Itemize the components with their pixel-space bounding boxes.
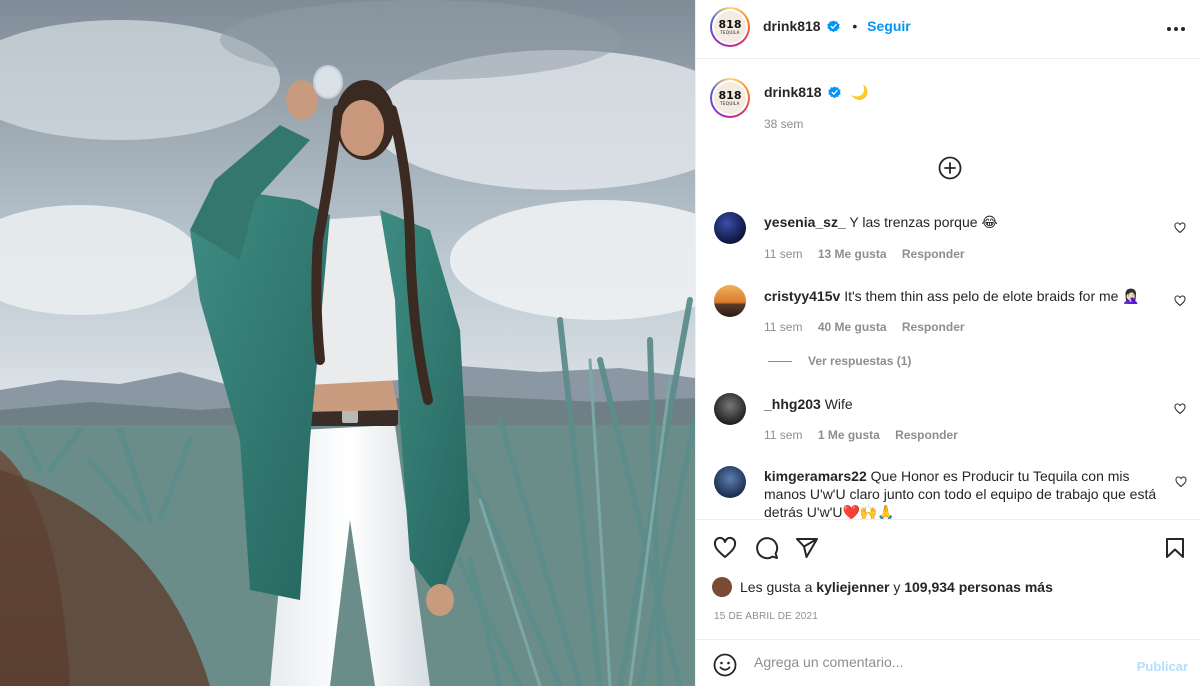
caption-avatar[interactable]: 818 TEQUILA [710,78,750,118]
post-detail-panel: 818 TEQUILA drink818 • Seguir 818 TEQUILA … [695,0,1200,686]
caption-time[interactable]: 38 sem [764,117,803,131]
comment-likes[interactable]: 1 Me gusta [818,428,880,442]
commenter-avatar[interactable] [714,285,746,317]
comment-meta: 11 sem 1 Me gusta Responder [764,428,970,442]
post-header: 818 TEQUILA drink818 • Seguir [696,0,1200,59]
bookmark-icon[interactable] [1163,536,1187,560]
caption-line: drink818 🌙 [764,84,869,101]
post-date[interactable]: 15 DE ABRIL DE 2021 [714,611,818,622]
verified-badge-icon [828,86,842,99]
comment-body: yesenia_sz_ Y las trenzas porque 😂 [764,213,1164,231]
reply-button[interactable]: Responder [902,320,965,334]
post-photo-illustration [0,0,695,686]
comment-text: Y las trenzas porque 😂 [849,214,998,230]
commenter-avatar[interactable] [714,466,746,498]
author-username[interactable]: drink818 [763,18,821,34]
liker-avatar[interactable] [712,577,732,597]
follow-button[interactable]: Seguir [867,18,911,34]
view-replies-line [768,360,792,362]
comment-body: _hhg203 Wife [764,395,1164,413]
commenter-username[interactable]: cristyy415v [764,288,840,304]
comment-body: kimgeramars22 Que Honor es Producir tu T… [764,467,1164,519]
comment-meta: 11 sem 13 Me gusta Responder [764,247,977,261]
post-photo[interactable] [0,0,695,686]
post-actions: Les gusta a kyliejenner y 109,934 person… [696,519,1200,639]
plus-circle-icon[interactable] [938,156,962,180]
add-comment-bar: Publicar [696,639,1200,686]
author-avatar[interactable]: 818 TEQUILA [710,7,750,47]
comment-body: cristyy415v It's them thin ass pelo de e… [764,287,1174,305]
caption-text: 🌙 [851,84,869,100]
commenter-username[interactable]: kimgeramars22 [764,468,867,484]
share-send-icon[interactable] [795,536,819,560]
comment-likes[interactable]: 40 Me gusta [818,320,887,334]
comment-input[interactable] [754,654,1114,670]
caption-username[interactable]: drink818 [764,84,822,100]
view-replies-button[interactable]: Ver respuestas (1) [768,354,911,368]
heart-icon[interactable] [1174,295,1186,307]
likes-count[interactable]: 109,934 personas más [904,579,1053,595]
commenter-username[interactable]: _hhg203 [764,396,821,412]
comment-likes[interactable]: 13 Me gusta [818,247,887,261]
emoji-smile-icon[interactable] [713,653,737,677]
comment-meta: 11 sem 40 Me gusta Responder [764,320,977,334]
comment-time[interactable]: 11 sem [764,247,802,261]
commenter-avatar[interactable] [714,212,746,244]
reply-button[interactable]: Responder [902,247,965,261]
reply-button[interactable]: Responder [895,428,958,442]
comment-bubble-icon[interactable] [755,536,779,560]
comment-time[interactable]: 11 sem [764,320,802,334]
author-line: drink818 • Seguir [763,18,911,34]
comment-clip: kimgeramars22 Que Honor es Producir tu T… [696,459,1200,519]
comment-time[interactable]: 11 sem [764,428,802,442]
liker-username[interactable]: kyliejenner [816,579,889,595]
more-horizontal-icon[interactable] [1167,20,1185,38]
comment-text: It's them thin ass pelo de elote braids … [844,288,1140,304]
separator-dot: • [852,18,858,34]
heart-icon[interactable] [1175,476,1187,488]
heart-icon[interactable] [1174,222,1186,234]
comment-text: Wife [824,396,853,412]
likes-summary: Les gusta a kyliejenner y 109,934 person… [712,577,1053,597]
commenter-avatar[interactable] [714,393,746,425]
publish-button[interactable]: Publicar [1137,659,1188,674]
heart-icon[interactable] [1174,403,1186,415]
verified-badge-icon [827,20,841,33]
commenter-username[interactable]: yesenia_sz_ [764,214,846,230]
like-heart-icon[interactable] [713,536,737,560]
